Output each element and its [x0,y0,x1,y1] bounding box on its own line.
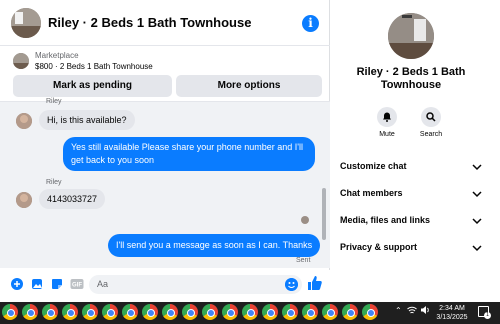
taskbar-app-icon[interactable] [182,304,198,320]
avatar[interactable] [388,13,434,59]
chevron-up-icon[interactable]: ⌃ [395,306,402,315]
incoming-message[interactable]: Hi, is this available? [39,110,135,130]
taskbar-app-icon[interactable] [82,304,98,320]
taskbar-app-icon[interactable] [262,304,278,320]
taskbar-app-icon[interactable] [102,304,118,320]
search-label: Search [419,131,443,138]
wifi-icon[interactable] [407,306,417,315]
info-icon[interactable]: i [302,15,319,32]
chevron-down-icon[interactable] [472,190,482,198]
like-icon[interactable] [308,276,322,291]
taskbar-app-icon[interactable] [202,304,218,320]
svg-text:GIF: GIF [72,283,82,289]
section-customize-chat[interactable]: Customize chat [340,161,490,171]
taskbar-app-icon[interactable] [62,304,78,320]
chat-panel: Riley · 2 Beds 1 Bath Townhouse i Market… [0,0,330,302]
clock-date: 3/13/2025 [436,314,468,321]
gif-icon[interactable]: GIF [70,278,84,290]
bell-icon [383,112,391,122]
mark-pending-button[interactable]: Mark as pending [13,75,172,97]
sticker-icon[interactable] [51,278,63,290]
taskbar-app-icon[interactable] [22,304,38,320]
outgoing-message[interactable]: Yes still available Please share your ph… [63,137,315,171]
photo-icon[interactable] [31,278,43,290]
panel-title: Riley · 2 Beds 1 Bath Townhouse [356,66,466,91]
taskbar-app-icon[interactable] [2,304,18,320]
taskbar-app-icon[interactable] [222,304,238,320]
section-chat-members[interactable]: Chat members [340,188,490,198]
taskbar-app-icon[interactable] [42,304,58,320]
outgoing-message[interactable]: I'll send you a message as soon as I can… [108,234,321,257]
chat-header: Riley · 2 Beds 1 Bath Townhouse i [0,0,330,46]
listing-thumbnail[interactable] [13,53,29,69]
avatar[interactable] [11,8,41,38]
marketplace-label: Marketplace [35,51,79,60]
sent-status: Sent [296,257,311,264]
clock[interactable]: 2:34 AM 3/13/2025 [434,304,470,322]
chevron-down-icon[interactable] [472,163,482,171]
emoji-icon[interactable] [285,278,298,291]
chevron-down-icon[interactable] [472,217,482,225]
listing-price[interactable]: $800 · 2 Beds 1 Bath Townhouse [35,62,153,71]
message-input[interactable] [89,275,302,294]
taskbar-app-icon[interactable] [362,304,378,320]
section-media-files-links[interactable]: Media, files and links [340,215,490,225]
sender-name: Riley [46,179,62,186]
taskbar-app-icon[interactable] [282,304,298,320]
chat-title[interactable]: Riley · 2 Beds 1 Bath Townhouse [48,15,251,30]
taskbar-app-icon[interactable] [322,304,338,320]
message-input-placeholder: Aa [97,279,109,289]
incoming-message[interactable]: 4143033727 [39,189,106,209]
seen-indicator-avatar [301,216,309,224]
taskbar-app-icon[interactable] [302,304,318,320]
more-options-button[interactable]: More options [176,75,322,97]
plus-circle-icon[interactable] [11,278,23,290]
clock-time: 2:34 AM [439,305,465,312]
avatar[interactable] [16,113,32,129]
chevron-down-icon[interactable] [472,244,482,252]
avatar[interactable] [16,192,32,208]
search-icon [426,112,436,122]
taskbar-app-icon[interactable] [242,304,258,320]
sender-name: Riley [46,98,62,105]
section-privacy-support[interactable]: Privacy & support [340,242,490,252]
notification-badge: 1 [484,312,491,319]
taskbar-app-icon[interactable] [142,304,158,320]
mute-label: Mute [379,131,395,138]
speaker-icon[interactable] [420,305,430,315]
taskbar-app-icon[interactable] [342,304,358,320]
taskbar-app-icon[interactable] [162,304,178,320]
scrollbar-thumb[interactable] [322,188,326,240]
taskbar-app-icon[interactable] [122,304,138,320]
